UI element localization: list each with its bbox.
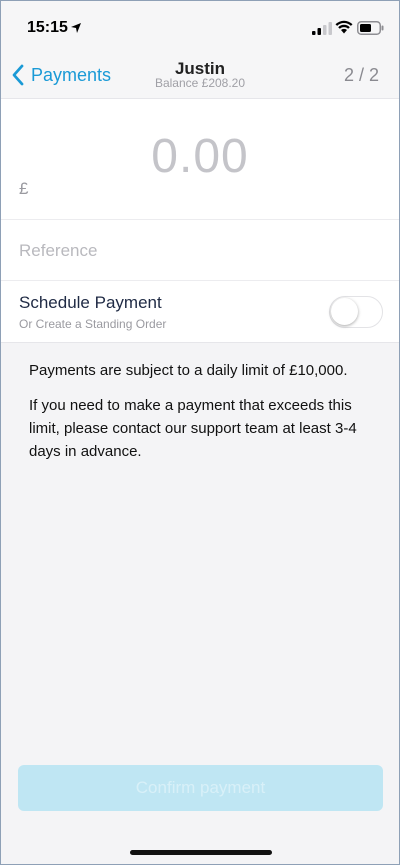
schedule-payment-toggle[interactable] bbox=[329, 296, 383, 328]
amount-field[interactable]: £ 0.00 bbox=[1, 99, 399, 220]
nav-bar: Payments Justin Balance £208.20 2 / 2 bbox=[1, 53, 399, 99]
balance-subtitle: Balance £208.20 bbox=[154, 76, 246, 90]
schedule-payment-row: Schedule Payment Or Create a Standing Or… bbox=[1, 281, 399, 343]
standing-order-hint: Or Create a Standing Order bbox=[19, 317, 167, 331]
reference-row bbox=[1, 220, 399, 281]
page-counter: 2 / 2 bbox=[343, 65, 379, 85]
support-contact-text: If you need to make a payment that excee… bbox=[29, 397, 357, 460]
status-time: 15:15 bbox=[27, 19, 68, 36]
battery-icon bbox=[357, 21, 384, 35]
toggle-knob bbox=[331, 298, 358, 325]
reference-input[interactable] bbox=[19, 238, 379, 264]
location-arrow-icon bbox=[71, 23, 81, 33]
confirm-payment-button[interactable]: Confirm payment bbox=[18, 765, 383, 811]
status-bar: 15:15 bbox=[1, 1, 399, 53]
payment-limit-info: Payments are subject to a daily limit of… bbox=[29, 359, 369, 475]
daily-limit-text: Payments are subject to a daily limit of… bbox=[29, 362, 348, 379]
wifi-icon bbox=[335, 20, 353, 34]
schedule-payment-label: Schedule Payment bbox=[19, 293, 162, 312]
payment-form: £ 0.00 Schedule Payment Or Create a Stan… bbox=[1, 99, 399, 343]
home-indicator bbox=[130, 850, 272, 855]
cellular-signal-icon bbox=[312, 22, 332, 35]
amount-value[interactable]: 0.00 bbox=[1, 129, 399, 184]
app-frame: 15:15 Payments Justin Balance £208.20 2 … bbox=[0, 0, 400, 865]
